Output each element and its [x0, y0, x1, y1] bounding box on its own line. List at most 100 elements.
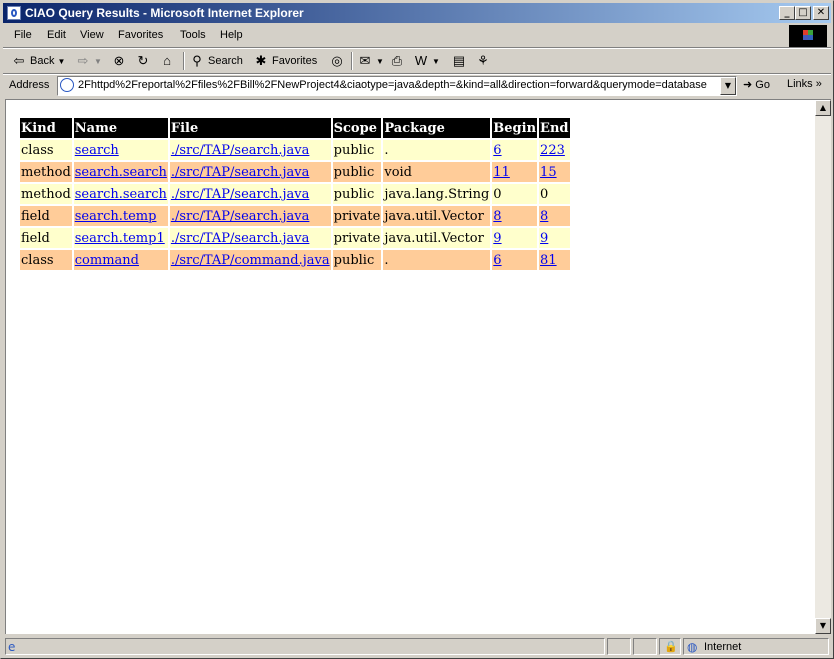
table-row: field search.temp ./src/TAP/search.java pri…	[20, 206, 570, 226]
address-label: Address	[9, 79, 50, 91]
page-content: Kind Name File Scope Package Begin End c…	[5, 99, 831, 634]
kind-text: class	[21, 252, 54, 268]
back-dropdown-icon[interactable]: ▼	[57, 57, 65, 66]
refresh-button[interactable]: ↻	[135, 51, 151, 71]
cell-file: ./src/TAP/search.java	[169, 228, 331, 248]
file-link[interactable]: ./src/TAP/search.java	[171, 209, 310, 224]
back-label: Back	[30, 55, 55, 67]
cell-kind: field	[20, 228, 72, 248]
menu-favorites[interactable]: Favorites	[118, 29, 163, 41]
name-link[interactable]: search.temp	[75, 209, 157, 224]
go-button[interactable]: ➜ Go	[743, 78, 770, 91]
discuss-button[interactable]: ▤	[451, 51, 467, 71]
table-row: class search ./src/TAP/search.java public. 6…	[20, 140, 570, 160]
name-link[interactable]: command	[75, 253, 139, 268]
internet-globe-icon: ◍	[687, 640, 698, 654]
kind-text: method	[21, 164, 71, 180]
mail-dropdown-icon[interactable]: ▼	[376, 57, 384, 66]
home-icon: ⌂	[163, 53, 171, 68]
address-url[interactable]: 2Fhttpd%2Freportal%2Ffiles%2FBill%2FNewP…	[78, 79, 714, 91]
discuss-icon: ▤	[452, 53, 466, 68]
file-link[interactable]: ./src/TAP/search.java	[171, 187, 310, 202]
file-link[interactable]: ./src/TAP/search.java	[171, 231, 310, 246]
menu-view[interactable]: View	[80, 29, 104, 41]
home-button[interactable]: ⌂	[159, 51, 175, 71]
menu-bar: File Edit View Favorites Tools Help	[3, 25, 831, 47]
scope-text: private	[333, 208, 381, 224]
close-button[interactable]: ✕	[813, 6, 829, 20]
edit-dropdown-icon[interactable]: ▼	[432, 57, 440, 66]
end-link[interactable]: 81	[540, 253, 557, 268]
begin-link[interactable]: 6	[493, 143, 501, 158]
address-dropdown-icon[interactable]: ▼	[720, 77, 736, 95]
cell-kind: method	[20, 184, 72, 204]
cell-kind: field	[20, 206, 72, 226]
begin-link[interactable]: 8	[493, 209, 501, 224]
scroll-up-button[interactable]: ▲	[815, 100, 831, 116]
name-link[interactable]: search.search	[75, 187, 167, 202]
address-input[interactable]: 2Fhttpd%2Freportal%2Ffiles%2FBill%2FNewP…	[57, 76, 737, 96]
print-button[interactable]: ⎙	[389, 51, 405, 71]
menu-edit[interactable]: Edit	[47, 29, 66, 41]
file-link[interactable]: ./src/TAP/search.java	[171, 143, 310, 158]
cell-begin: 9	[492, 228, 538, 248]
kind-text: class	[21, 142, 54, 158]
search-button[interactable]: ⚲ Search	[189, 51, 243, 71]
cell-file: ./src/TAP/search.java	[169, 184, 331, 204]
minimize-button[interactable]: _	[779, 6, 795, 20]
name-link[interactable]: search.temp1	[75, 231, 165, 246]
cell-file: ./src/TAP/search.java	[169, 206, 331, 226]
cell-name: search.search	[73, 162, 168, 182]
cell-package: void	[383, 162, 491, 182]
search-icon: ⚲	[192, 53, 202, 68]
mail-button[interactable]: ✉ ▼	[357, 51, 384, 71]
maximize-button[interactable]: □	[795, 6, 811, 20]
kind-text: field	[21, 230, 50, 246]
column-header-scope: Scope	[332, 118, 382, 138]
cell-end: 15	[539, 162, 570, 182]
links-button[interactable]: Links »	[787, 78, 822, 90]
menu-tools[interactable]: Tools	[180, 29, 206, 41]
begin-link[interactable]: 9	[493, 231, 501, 246]
scroll-down-button[interactable]: ▼	[815, 618, 831, 634]
name-link[interactable]: search.search	[75, 165, 167, 180]
table-row: field search.temp1 ./src/TAP/search.java pr…	[20, 228, 570, 248]
back-button[interactable]: ⇦ Back ▼	[11, 51, 66, 71]
refresh-icon: ↻	[137, 53, 149, 68]
menu-file[interactable]: File	[14, 29, 32, 41]
cell-begin: 0	[492, 184, 538, 204]
status-pane	[607, 638, 631, 655]
title-bar[interactable]: CIAO Query Results - Microsoft Internet …	[3, 3, 831, 23]
status-bar: e 🔒 ◍ Internet	[3, 637, 831, 657]
file-link[interactable]: ./src/TAP/command.java	[171, 253, 330, 268]
table-row: method search.search ./src/TAP/search.java…	[20, 162, 570, 182]
standard-toolbar: ⇦ Back ▼ ⇨ ▼ ⊗ ↻ ⌂ ⚲ Search ✱ Favorites …	[3, 49, 831, 73]
ie-app-icon[interactable]	[7, 6, 21, 20]
lock-icon: 🔒	[664, 640, 678, 653]
column-header-begin: Begin	[492, 118, 538, 138]
file-link[interactable]: ./src/TAP/search.java	[171, 165, 310, 180]
messenger-button[interactable]: ⚘	[475, 51, 491, 71]
mail-icon: ✉	[359, 53, 371, 68]
forward-dropdown-icon[interactable]: ▼	[94, 57, 102, 66]
media-button[interactable]: ◎	[329, 51, 345, 71]
name-link[interactable]: search	[75, 143, 119, 158]
end-link[interactable]: 9	[540, 231, 548, 246]
end-link[interactable]: 15	[540, 165, 557, 180]
end-link[interactable]: 223	[540, 143, 565, 158]
menu-help[interactable]: Help	[220, 29, 243, 41]
package-text: void	[384, 164, 412, 180]
favorites-label: Favorites	[272, 55, 318, 67]
favorites-button[interactable]: ✱ Favorites	[253, 51, 318, 71]
forward-arrow-icon: ⇨	[77, 53, 89, 68]
stop-button[interactable]: ⊗	[111, 51, 127, 71]
vertical-scrollbar[interactable]: ▲ ▼	[815, 100, 831, 634]
forward-button[interactable]: ⇨ ▼	[75, 51, 102, 71]
links-label: Links	[787, 78, 813, 90]
begin-link[interactable]: 6	[493, 253, 501, 268]
status-pane	[633, 638, 657, 655]
begin-link[interactable]: 11	[493, 165, 510, 180]
edit-button[interactable]: W ▼	[413, 51, 440, 71]
cell-file: ./src/TAP/command.java	[169, 250, 331, 270]
end-link[interactable]: 8	[540, 209, 548, 224]
